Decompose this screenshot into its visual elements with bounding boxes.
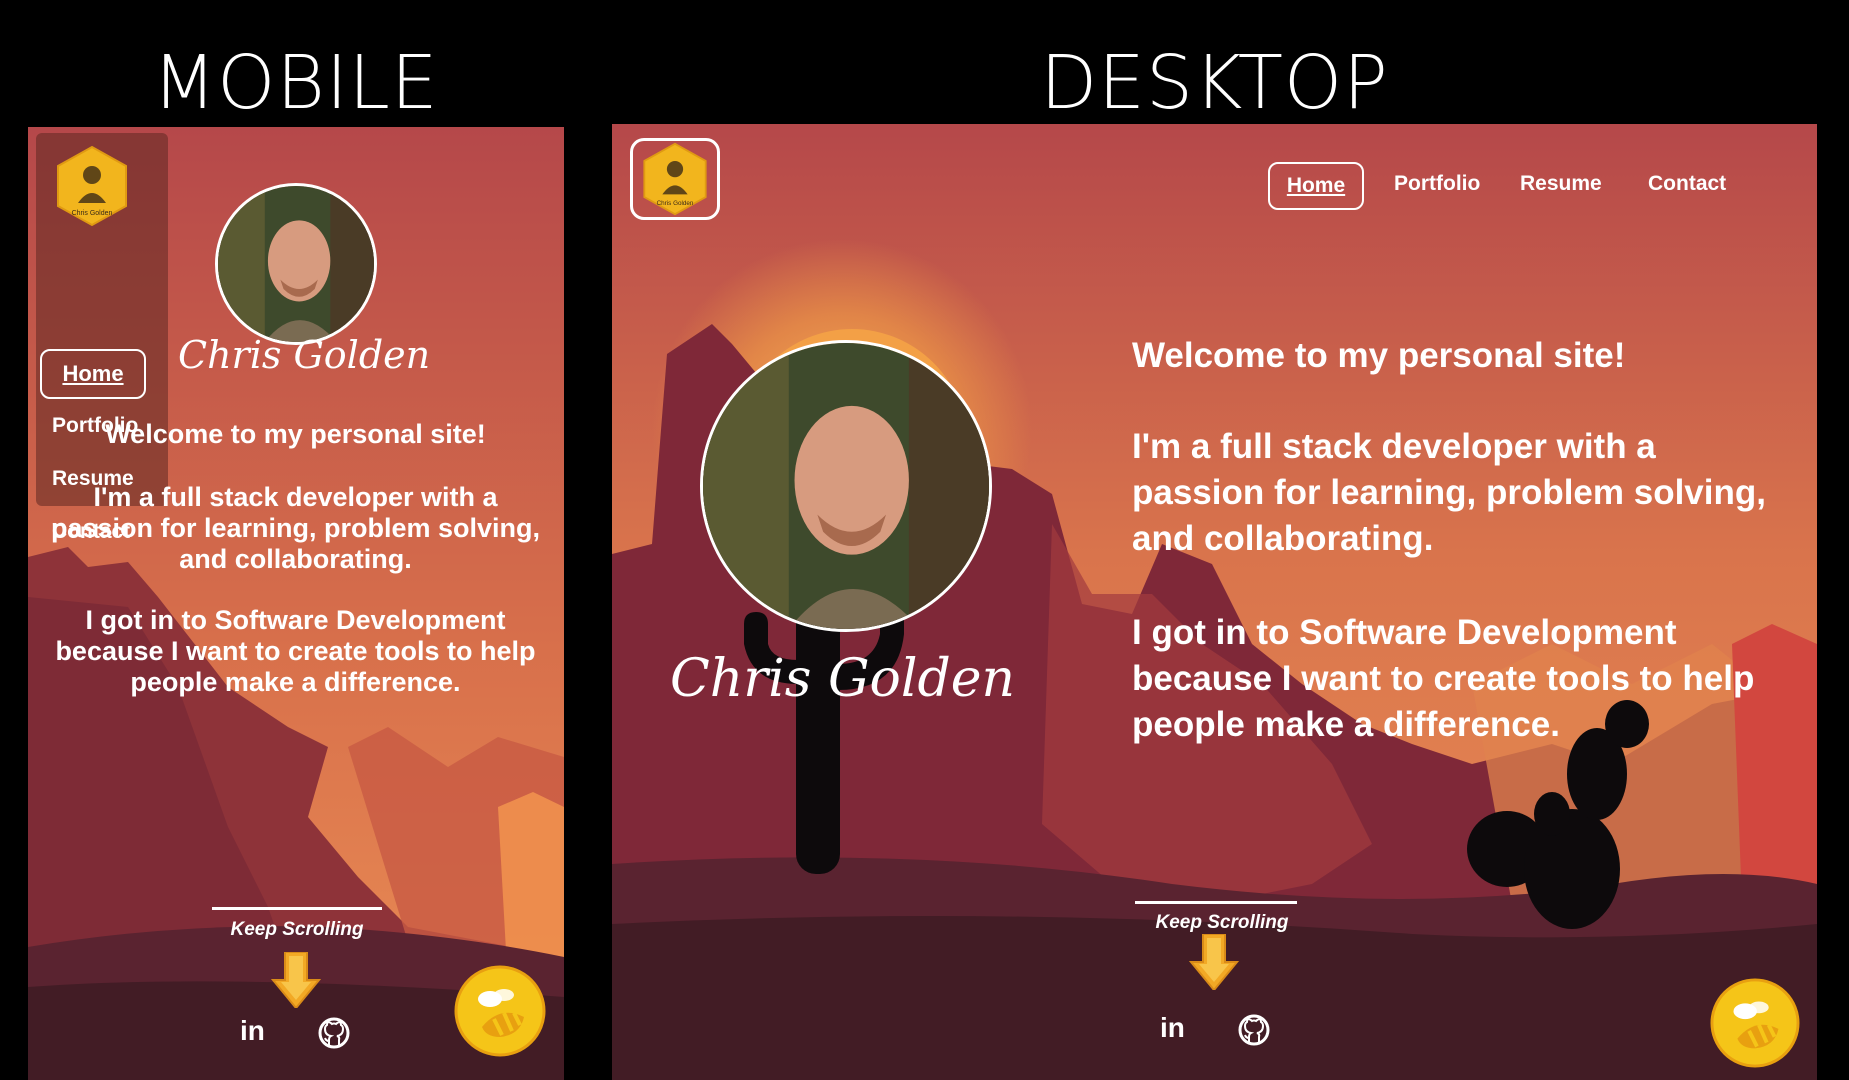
arrow-down-icon[interactable]: [271, 952, 321, 1008]
scroll-divider: [212, 907, 382, 910]
github-icon[interactable]: [1238, 1014, 1270, 1046]
nav-resume[interactable]: Resume: [1520, 172, 1602, 196]
keep-scrolling-label[interactable]: Keep Scrolling: [192, 919, 402, 941]
github-icon[interactable]: [318, 1017, 350, 1049]
mobile-screenshot: Chris Golden Home Portfolio Resume Conta…: [28, 127, 564, 1080]
logo-hex-icon[interactable]: Chris Golden: [56, 145, 128, 227]
bee-icon[interactable]: [1710, 978, 1800, 1068]
linkedin-icon[interactable]: in: [240, 1015, 265, 1047]
mobile-heading: MOBILE: [152, 40, 439, 126]
profile-name: Chris Golden: [178, 333, 431, 377]
linkedin-icon[interactable]: in: [1160, 1012, 1185, 1044]
nav-home[interactable]: Home: [1268, 162, 1364, 210]
intro-paragraph-1: I'm a full stack developer with a passio…: [1132, 427, 1766, 558]
arrow-down-icon[interactable]: [1189, 934, 1239, 990]
keep-scrolling-label[interactable]: Keep Scrolling: [1122, 912, 1322, 934]
welcome-text: Welcome to my personal site!: [105, 419, 486, 449]
intro-paragraph-1: I'm a full stack developer with a passio…: [50, 482, 541, 574]
logo-text: Chris Golden: [72, 210, 113, 217]
bee-icon[interactable]: [454, 965, 546, 1057]
intro-paragraph-2: I got in to Software Development because…: [55, 605, 536, 697]
welcome-text: Welcome to my personal site!: [1132, 336, 1626, 375]
logo-text: Chris Golden: [657, 200, 694, 207]
avatar: [700, 340, 992, 632]
intro-paragraph-2: I got in to Software Development because…: [1132, 613, 1755, 744]
avatar: [215, 183, 377, 345]
profile-name: Chris Golden: [670, 649, 1016, 709]
nav-home[interactable]: Home: [40, 349, 146, 399]
desktop-screenshot: Chris Golden Home Portfolio Resume Conta…: [612, 124, 1817, 1080]
scroll-divider: [1135, 901, 1297, 904]
portrait-image: [218, 186, 374, 342]
portrait-image: [703, 343, 989, 629]
nav-contact[interactable]: Contact: [1648, 172, 1726, 196]
desktop-heading: DESKTOP: [1040, 40, 1389, 126]
nav-portfolio[interactable]: Portfolio: [1394, 172, 1480, 196]
logo-hex-icon[interactable]: Chris Golden: [642, 142, 708, 216]
